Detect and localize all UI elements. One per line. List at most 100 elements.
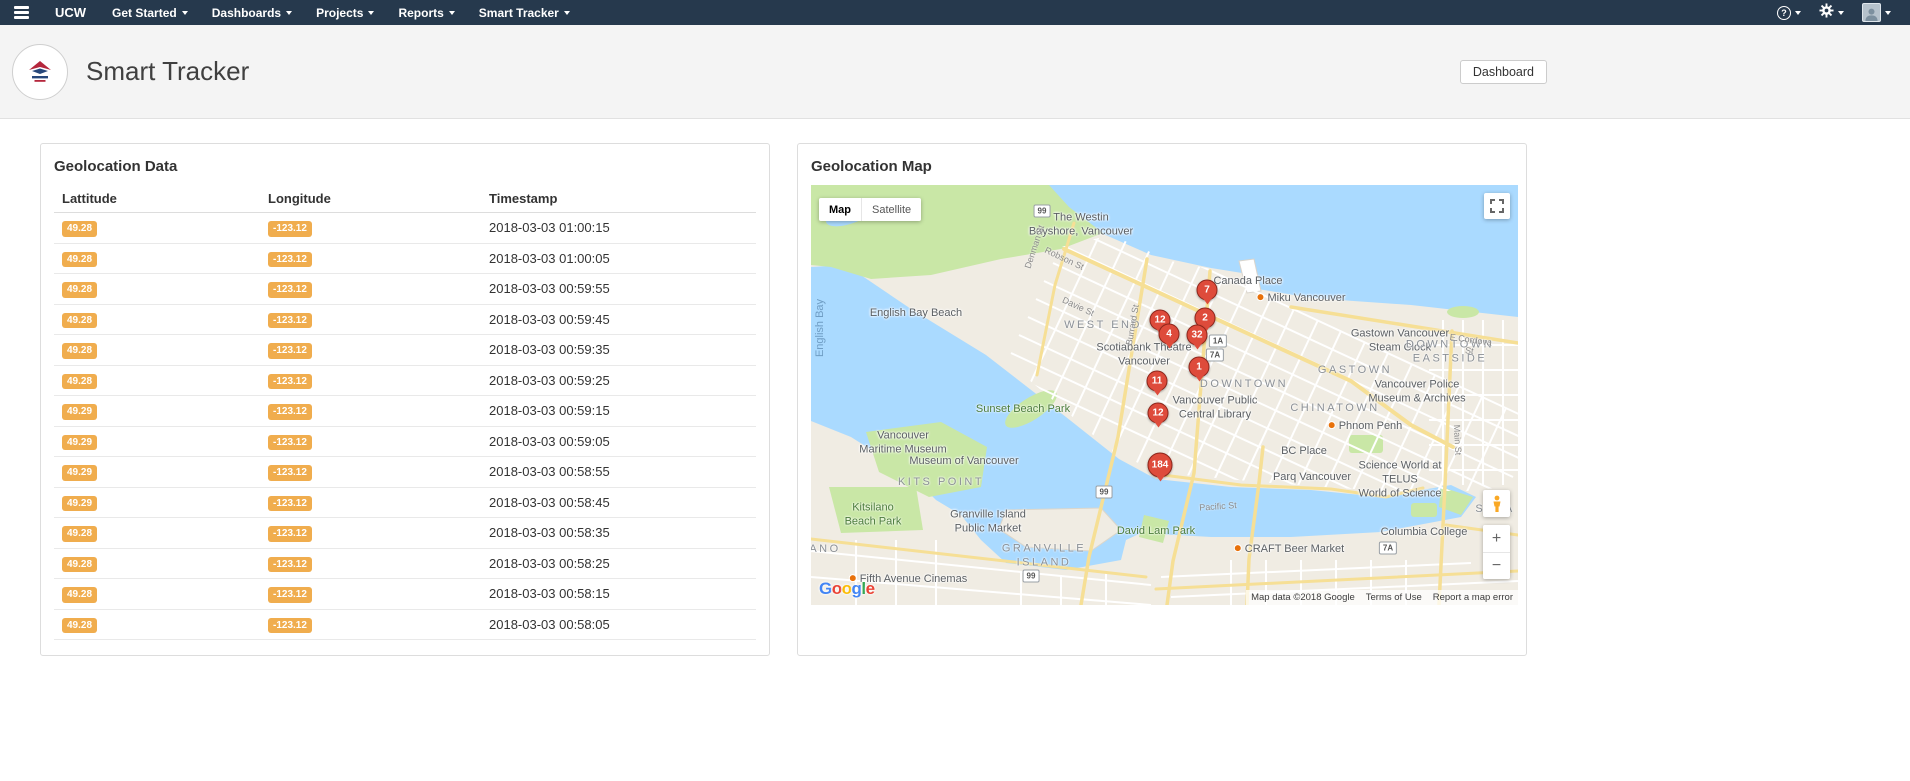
table-row: 49.28 -123.12 2018-03-03 00:58:35 — [54, 517, 756, 549]
google-map[interactable]: The Westin Bayshore, Vancouver Canada Pla… — [811, 185, 1518, 605]
map-attribution: Map data ©2018 Google Terms of Use Repor… — [1246, 590, 1518, 605]
longitude-badge: -123.12 — [268, 373, 312, 389]
help-menu[interactable]: ? — [1768, 5, 1810, 20]
user-menu[interactable] — [1853, 3, 1900, 22]
latitude-cell: 49.28 — [54, 304, 260, 335]
timestamp-cell: 2018-03-03 00:59:45 — [481, 304, 756, 335]
chevron-down-icon — [1885, 10, 1891, 15]
longitude-badge: -123.12 — [268, 343, 312, 359]
latitude-cell: 49.28 — [54, 548, 260, 579]
terms-of-use-link[interactable]: Terms of Use — [1366, 592, 1422, 603]
table-row: 49.29 -123.12 2018-03-03 00:58:45 — [54, 487, 756, 518]
table-row: 49.28 -123.12 2018-03-03 01:00:15 — [54, 212, 756, 244]
table-row: 49.29 -123.12 2018-03-03 00:58:55 — [54, 456, 756, 488]
latitude-cell: 49.29 — [54, 395, 260, 427]
longitude-badge: -123.12 — [268, 312, 312, 328]
timestamp-cell: 2018-03-03 00:58:35 — [481, 517, 756, 549]
help-icon: ? — [1777, 5, 1791, 20]
latitude-badge: 49.29 — [62, 434, 98, 450]
top-navbar: UCW Get Started Dashboards Projects Reports… — [0, 0, 1910, 25]
longitude-badge: -123.12 — [268, 587, 312, 603]
map-marker-cluster[interactable]: 12 — [1147, 402, 1169, 424]
latitude-cell: 49.29 — [54, 487, 260, 518]
chevron-down-icon — [286, 10, 293, 15]
brand-link[interactable]: UCW — [37, 5, 100, 20]
latitude-badge: 49.28 — [62, 556, 98, 572]
longitude-cell: -123.12 — [260, 517, 481, 549]
longitude-cell: -123.12 — [260, 395, 481, 427]
latitude-badge: 49.28 — [62, 251, 98, 267]
longitude-cell: -123.12 — [260, 334, 481, 366]
geolocation-data-title: Geolocation Data — [54, 158, 178, 175]
longitude-badge: -123.12 — [268, 282, 312, 298]
fullscreen-button[interactable] — [1484, 193, 1510, 219]
map-marker-cluster[interactable]: 7 — [1196, 279, 1218, 301]
page-title: Smart Tracker — [86, 56, 250, 86]
timestamp-cell: 2018-03-03 00:59:55 — [481, 273, 756, 305]
longitude-cell: -123.12 — [260, 365, 481, 396]
nav-item-label: Reports — [398, 5, 444, 20]
pegman-control[interactable] — [1483, 490, 1510, 517]
settings-menu[interactable] — [1810, 2, 1853, 23]
latitude-badge: 49.28 — [62, 282, 98, 298]
latitude-badge: 49.28 — [62, 617, 98, 633]
nav-item-reports[interactable]: Reports — [386, 0, 466, 25]
dashboard-button[interactable]: Dashboard — [1459, 59, 1547, 84]
timestamp-cell: 2018-03-03 00:58:05 — [481, 609, 756, 640]
longitude-badge: -123.12 — [268, 617, 312, 633]
map-marker-cluster[interactable]: 11 — [1146, 370, 1168, 392]
latitude-cell: 49.28 — [54, 365, 260, 396]
latitude-badge: 49.28 — [62, 343, 98, 359]
longitude-cell: -123.12 — [260, 456, 481, 488]
longitude-cell: -123.12 — [260, 548, 481, 579]
latitude-cell: 49.29 — [54, 456, 260, 488]
table-row: 49.28 -123.12 2018-03-03 00:58:15 — [54, 578, 756, 610]
app-logo — [12, 43, 68, 100]
longitude-badge: -123.12 — [268, 221, 312, 237]
report-map-error-link[interactable]: Report a map error — [1433, 592, 1513, 603]
latitude-badge: 49.28 — [62, 587, 98, 603]
latitude-cell: 49.28 — [54, 243, 260, 274]
table-header-row: Lattitude Longitude Timestamp — [54, 185, 756, 213]
longitude-cell: -123.12 — [260, 273, 481, 305]
menu-icon[interactable] — [10, 2, 37, 23]
table-row: 49.28 -123.12 2018-03-03 01:00:05 — [54, 243, 756, 274]
map-type-satellite-button[interactable]: Satellite — [861, 198, 922, 221]
gear-icon — [1819, 2, 1834, 23]
nav-item-dashboards[interactable]: Dashboards — [200, 0, 304, 25]
timestamp-cell: 2018-03-03 00:59:05 — [481, 426, 756, 457]
fullscreen-icon — [1490, 199, 1504, 213]
map-type-control: Map Satellite — [819, 198, 922, 221]
nav-item-label: Smart Tracker — [478, 5, 559, 20]
zoom-out-button[interactable]: − — [1483, 552, 1510, 579]
nav-item-projects[interactable]: Projects — [304, 0, 386, 25]
nav-item-get-started[interactable]: Get Started — [100, 0, 200, 25]
zoom-in-button[interactable]: + — [1483, 525, 1510, 552]
table-row: 49.28 -123.12 2018-03-03 00:58:25 — [54, 548, 756, 579]
column-header-longitude: Longitude — [260, 185, 481, 213]
map-marker-cluster[interactable]: 32 — [1186, 324, 1208, 346]
column-header-timestamp: Timestamp — [481, 185, 756, 213]
latitude-cell: 49.28 — [54, 517, 260, 549]
timestamp-cell: 2018-03-03 00:59:35 — [481, 334, 756, 366]
geolocation-map-card: Geolocation Map The Westin Bayshore, Van… — [797, 143, 1527, 656]
table-row: 49.29 -123.12 2018-03-03 00:59:15 — [54, 395, 756, 427]
latitude-cell: 49.28 — [54, 578, 260, 610]
map-marker-cluster[interactable]: 184 — [1147, 452, 1173, 478]
longitude-cell: -123.12 — [260, 212, 481, 244]
timestamp-cell: 2018-03-03 01:00:05 — [481, 243, 756, 274]
latitude-cell: 49.28 — [54, 609, 260, 640]
longitude-cell: -123.12 — [260, 243, 481, 274]
chevron-down-icon — [368, 10, 375, 15]
table-row: 49.28 -123.12 2018-03-03 00:59:35 — [54, 334, 756, 366]
map-marker-cluster[interactable]: 1 — [1188, 356, 1210, 378]
longitude-badge: -123.12 — [268, 465, 312, 481]
timestamp-cell: 2018-03-03 00:58:45 — [481, 487, 756, 518]
map-markers-layer: 7 2 12 4 32 1 11 12 184 — [811, 185, 1518, 605]
nav-item-smart-tracker[interactable]: Smart Tracker — [467, 0, 582, 25]
timestamp-cell: 2018-03-03 00:58:25 — [481, 548, 756, 579]
latitude-badge: 49.29 — [62, 465, 98, 481]
chevron-down-icon — [1838, 10, 1844, 15]
map-type-map-button[interactable]: Map — [819, 198, 861, 221]
map-marker-cluster[interactable]: 4 — [1158, 323, 1180, 345]
